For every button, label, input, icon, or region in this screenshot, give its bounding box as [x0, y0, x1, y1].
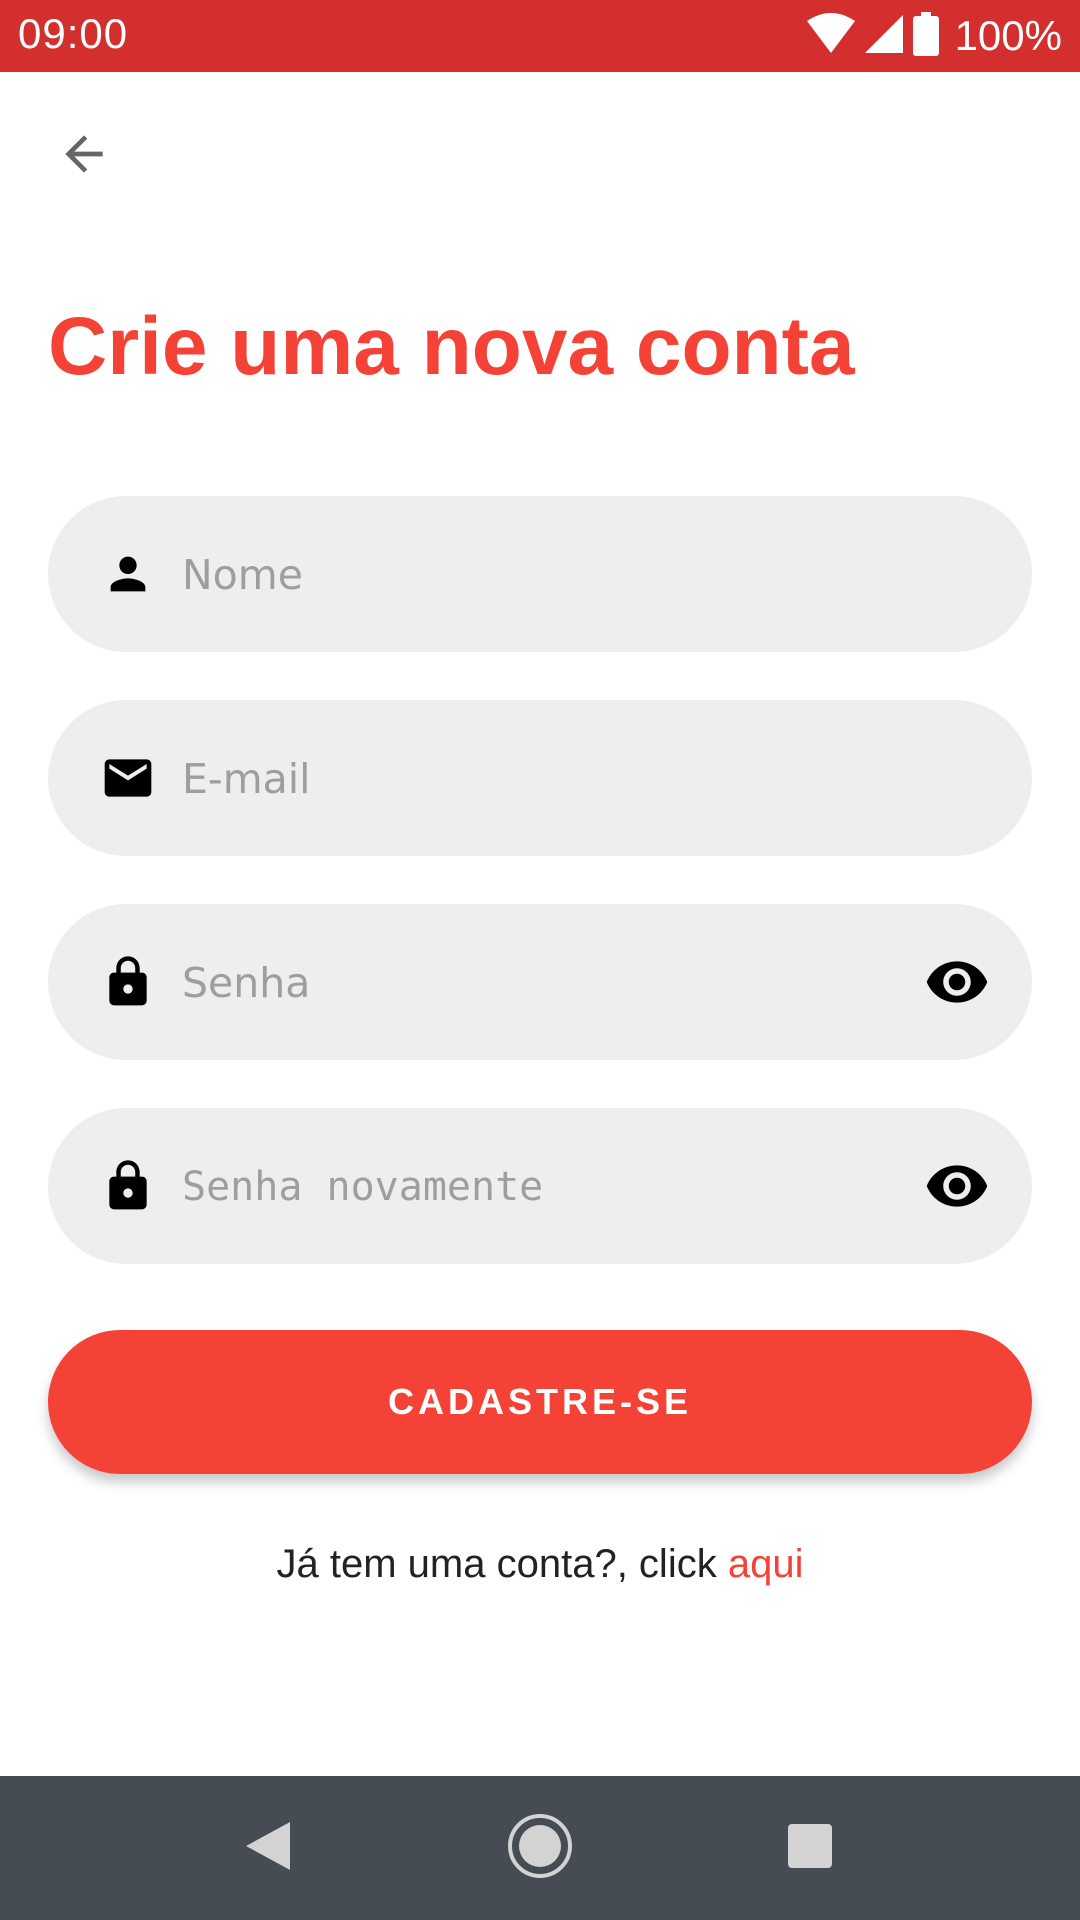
battery-icon — [912, 12, 939, 60]
back-button[interactable] — [48, 120, 120, 192]
nav-back-icon — [244, 1820, 292, 1876]
name-field — [48, 496, 1032, 654]
eye-icon[interactable] — [922, 947, 992, 1017]
nav-home-icon — [506, 1812, 574, 1884]
page-title: Crie uma nova conta — [48, 301, 855, 392]
status-icons: 100% — [806, 12, 1062, 60]
password-field — [48, 904, 1032, 1062]
status-time: 09:00 — [18, 10, 129, 57]
signin-link[interactable]: aqui — [728, 1542, 804, 1586]
signup-button[interactable]: CADASTRE-SE — [48, 1330, 1032, 1474]
name-input[interactable] — [180, 496, 904, 654]
email-field — [48, 700, 1032, 858]
person-icon — [100, 546, 156, 602]
password-confirm-field — [48, 1108, 1032, 1266]
eye-icon[interactable] — [922, 1151, 992, 1221]
password-input[interactable] — [180, 904, 904, 1062]
nav-back-button[interactable] — [208, 1776, 328, 1920]
password-confirm-input[interactable] — [180, 1108, 904, 1266]
arrow-back-icon — [56, 126, 112, 186]
system-nav-bar — [0, 1776, 1080, 1920]
signin-prompt-text: Já tem uma conta?, click — [276, 1542, 728, 1586]
mail-icon — [100, 750, 156, 806]
status-bar: 09:00 100% — [0, 0, 1080, 72]
wifi-icon — [806, 13, 855, 59]
lock-icon — [100, 1158, 156, 1214]
nav-home-button[interactable] — [480, 1776, 600, 1920]
signin-prompt: Já tem uma conta?, click aqui — [0, 1542, 1080, 1587]
nav-recents-button[interactable] — [750, 1776, 870, 1920]
battery-percent: 100% — [954, 12, 1062, 59]
email-input[interactable] — [180, 700, 904, 858]
nav-recents-icon — [786, 1822, 834, 1874]
signal-icon — [864, 15, 903, 57]
lock-icon — [100, 954, 156, 1010]
